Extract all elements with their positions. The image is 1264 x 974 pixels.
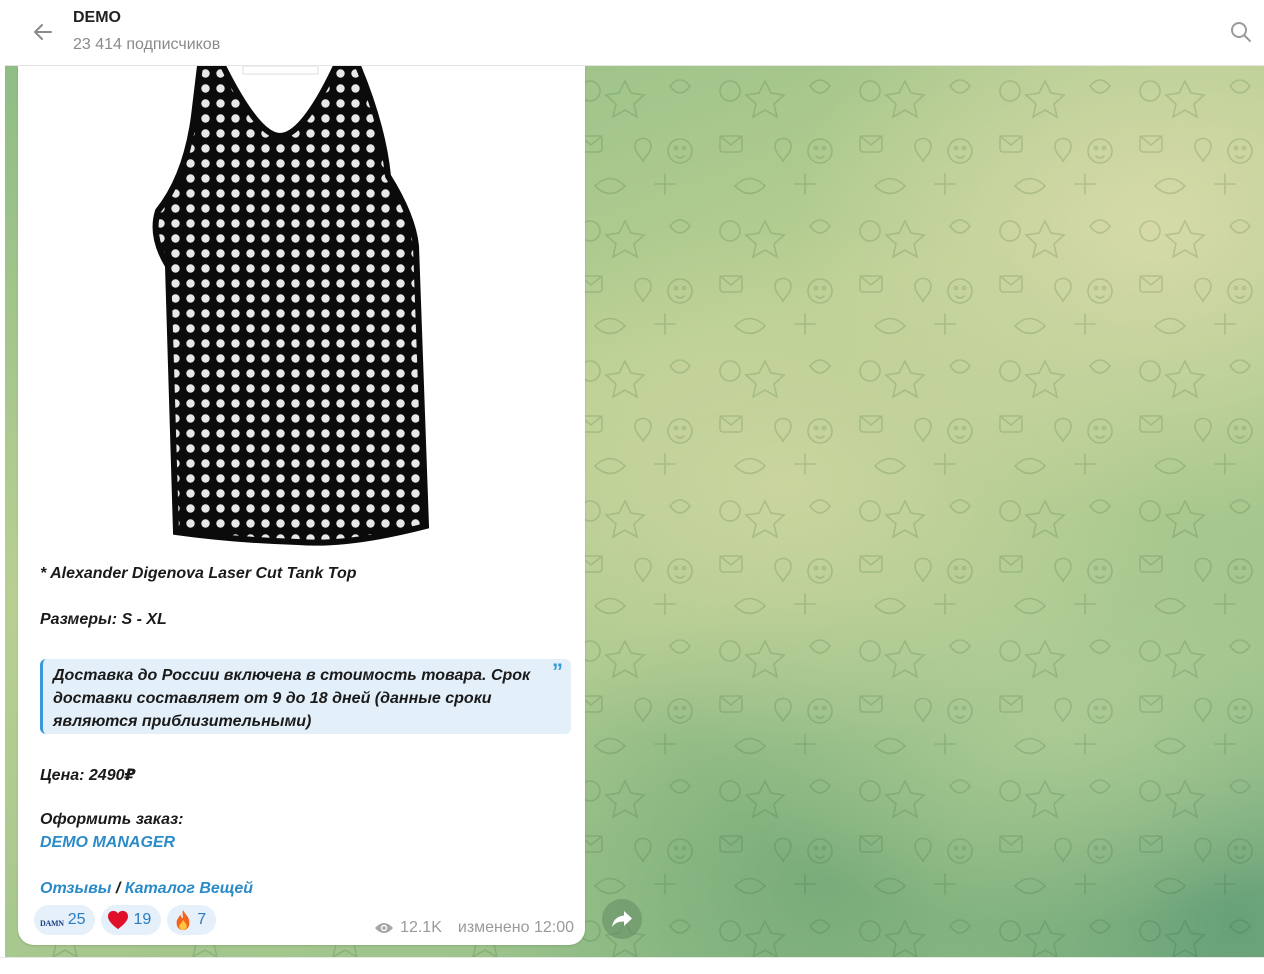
product-name: * Alexander Digenova Laser Cut Tank Top	[40, 565, 357, 582]
manager-link[interactable]: DEMO MANAGER	[40, 834, 175, 852]
sizes-text: Размеры: S - XL	[40, 611, 167, 628]
arrow-left-icon	[34, 24, 52, 40]
message-meta: 12.1K изменено 12:00	[374, 919, 574, 937]
back-button[interactable]	[27, 16, 59, 48]
bottom-bar	[0, 957, 1264, 974]
reaction-fire[interactable]: 7	[167, 905, 217, 935]
search-button[interactable]	[1226, 17, 1256, 47]
order-label: Оформить заказ:	[40, 811, 184, 828]
eye-icon	[375, 923, 394, 933]
reaction-count: 19	[133, 911, 152, 928]
view-count: 12.1K	[400, 919, 442, 936]
heart-icon	[108, 910, 129, 930]
reaction-count: 7	[197, 911, 207, 928]
share-button[interactable]	[602, 899, 642, 939]
fire-icon	[176, 909, 190, 931]
catalog-link[interactable]: Каталог Вещей	[125, 880, 253, 897]
damn-sticker: DAMN	[40, 918, 64, 928]
share-arrow-icon	[612, 911, 632, 927]
links-separator: /	[111, 880, 125, 897]
quote-text: Доставка до России включена в стоимость …	[53, 667, 531, 730]
product-photo[interactable]	[18, 66, 585, 556]
reaction-count: 25	[67, 911, 86, 928]
channel-title[interactable]: DEMO	[73, 9, 121, 27]
message-bubble: * Alexander Digenova Laser Cut Tank Top …	[18, 66, 585, 945]
price-text: Цена: 2490₽	[40, 767, 136, 784]
reaction-heart[interactable]: 19	[101, 905, 162, 935]
reaction-damn[interactable]: DAMN 25	[34, 905, 96, 935]
chat-header: DEMO 23 414 подписчиков	[5, 0, 1264, 66]
reactions-bar: DAMN 25 19 7	[34, 905, 217, 935]
edited-time: изменено 12:00	[457, 919, 574, 936]
links-row: Отзывы / Каталог Вещей	[40, 880, 253, 898]
quote-icon: ”	[552, 659, 563, 684]
search-icon	[1231, 22, 1251, 42]
delivery-quote: Доставка до России включена в стоимость …	[40, 659, 571, 734]
subscriber-count: 23 414 подписчиков	[73, 36, 221, 53]
tank-top-image	[113, 66, 488, 556]
reviews-link[interactable]: Отзывы	[40, 880, 111, 897]
